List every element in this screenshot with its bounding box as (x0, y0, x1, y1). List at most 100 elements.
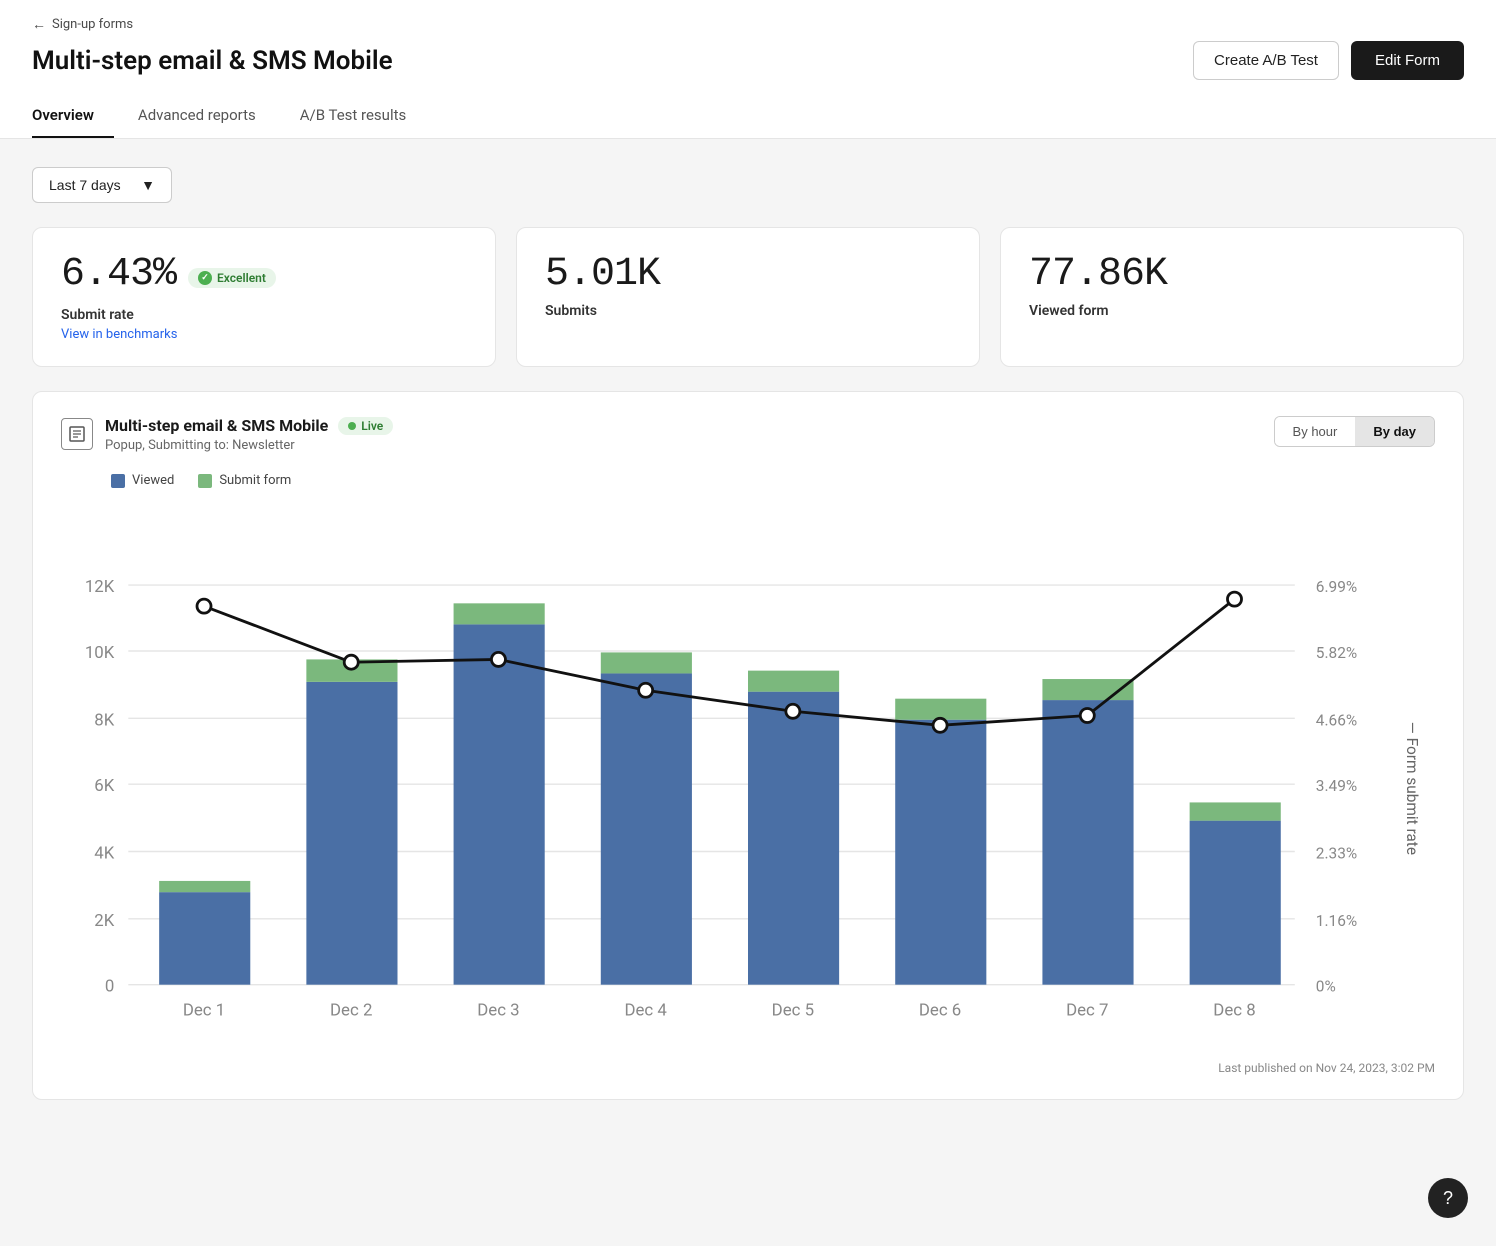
bar-dec6-submit (895, 699, 986, 720)
date-range-label: Last 7 days (49, 177, 121, 193)
submit-rate-label: Submit rate (61, 307, 467, 323)
bar-dec7-viewed (1042, 700, 1133, 985)
chart-subtitle: Popup, Submitting to: Newsletter (105, 438, 393, 453)
svg-text:3.49%: 3.49% (1316, 777, 1357, 795)
rate-dot-dec1 (197, 599, 211, 613)
bar-dec8-submit (1190, 802, 1281, 820)
view-benchmarks-link[interactable]: View in benchmarks (61, 327, 177, 342)
chart-title-text: Multi-step email & SMS Mobile Live Popup… (105, 416, 393, 453)
live-dot (348, 422, 356, 430)
viewed-form-label: Viewed form (1029, 303, 1435, 319)
svg-text:0%: 0% (1316, 978, 1336, 996)
by-hour-toggle[interactable]: By hour (1275, 417, 1356, 446)
svg-text:2K: 2K (94, 911, 114, 931)
svg-text:12K: 12K (85, 577, 115, 597)
svg-text:Dec 6: Dec 6 (919, 1001, 961, 1021)
create-ab-test-button[interactable]: Create A/B Test (1193, 41, 1339, 80)
svg-text:2.33%: 2.33% (1316, 845, 1357, 863)
chart-card: Multi-step email & SMS Mobile Live Popup… (32, 391, 1464, 1100)
back-link-label: Sign-up forms (52, 17, 133, 32)
svg-text:10K: 10K (85, 643, 115, 663)
help-button[interactable]: ? (1428, 1178, 1468, 1218)
submits-card: 5.01K Submits (516, 227, 980, 367)
bar-dec5-submit (748, 671, 839, 692)
excellent-badge: ✓ Excellent (188, 268, 276, 288)
svg-text:6K: 6K (94, 776, 114, 796)
last-published-label: Last published on Nov 24, 2023, 3:02 PM (1218, 1061, 1435, 1075)
bar-dec3-viewed (454, 624, 545, 984)
page-title: Multi-step email & SMS Mobile (32, 46, 393, 76)
back-link[interactable]: ← Sign-up forms (32, 16, 1464, 33)
viewed-form-card: 77.86K Viewed form (1000, 227, 1464, 367)
submit-rate-card: 6.43% ✓ Excellent Submit rate View in be… (32, 227, 496, 367)
rate-dot-dec5 (786, 704, 800, 718)
filter-row: Last 7 days ▼ (32, 167, 1464, 203)
svg-text:Dec 1: Dec 1 (183, 1001, 225, 1021)
svg-text:4K: 4K (94, 844, 114, 864)
svg-text:5.82%: 5.82% (1316, 644, 1357, 662)
legend-submit-form: Submit form (198, 473, 291, 488)
legend-viewed-label: Viewed (132, 473, 174, 488)
bar-dec4-submit (601, 652, 692, 673)
bar-chart: 0 2K 4K 6K 8K 10K 12K 0% 1.16% 2.33% (61, 508, 1435, 1041)
svg-text:4.66%: 4.66% (1316, 711, 1357, 729)
edit-form-button[interactable]: Edit Form (1351, 41, 1464, 80)
svg-text:6.99%: 6.99% (1316, 578, 1357, 596)
legend-submit-form-label: Submit form (219, 473, 291, 488)
chart-footer: Last published on Nov 24, 2023, 3:02 PM (61, 1061, 1435, 1075)
submits-label: Submits (545, 303, 951, 319)
rate-dot-dec2 (344, 655, 358, 669)
bar-dec1-viewed (159, 892, 250, 985)
bar-dec5-viewed (748, 692, 839, 985)
toggle-buttons: By hour By day (1274, 416, 1435, 447)
rate-dot-dec7 (1080, 708, 1094, 722)
viewed-form-value: 77.86K (1029, 252, 1435, 297)
rate-dot-dec4 (639, 683, 653, 697)
svg-text:Dec 8: Dec 8 (1213, 1001, 1255, 1021)
tab-overview[interactable]: Overview (32, 96, 114, 138)
bar-dec8-viewed (1190, 821, 1281, 985)
header-buttons: Create A/B Test Edit Form (1193, 41, 1464, 80)
bar-dec2-viewed (306, 682, 397, 985)
bar-dec6-viewed (895, 720, 986, 985)
badge-label: Excellent (217, 271, 266, 285)
bar-dec4-viewed (601, 673, 692, 984)
bar-dec3-submit (454, 603, 545, 624)
rate-dot-dec6 (933, 718, 947, 732)
svg-text:8K: 8K (94, 710, 114, 730)
svg-text:Dec 7: Dec 7 (1066, 1001, 1108, 1021)
tab-advanced-reports[interactable]: Advanced reports (138, 96, 276, 138)
chart-title-area: Multi-step email & SMS Mobile Live Popup… (61, 416, 393, 453)
live-label: Live (361, 419, 383, 433)
svg-text:1.16%: 1.16% (1316, 912, 1357, 930)
tabs: Overview Advanced reports A/B Test resul… (32, 96, 1464, 138)
check-icon: ✓ (198, 271, 212, 285)
submit-rate-value: 6.43% (61, 252, 176, 297)
back-arrow-icon: ← (32, 16, 46, 33)
live-badge: Live (338, 417, 393, 435)
svg-text:— Form submit rate: — Form submit rate (1403, 722, 1421, 855)
chart-header: Multi-step email & SMS Mobile Live Popup… (61, 416, 1435, 453)
chart-legend: Viewed Submit form (111, 473, 1435, 488)
rate-dot-dec3 (491, 652, 505, 666)
chart-area: 0 2K 4K 6K 8K 10K 12K 0% 1.16% 2.33% (61, 508, 1435, 1045)
svg-text:Dec 4: Dec 4 (624, 1001, 667, 1021)
legend-viewed-dot (111, 474, 125, 488)
svg-text:Dec 2: Dec 2 (330, 1001, 372, 1021)
legend-viewed: Viewed (111, 473, 174, 488)
svg-text:Dec 3: Dec 3 (477, 1001, 519, 1021)
by-day-toggle[interactable]: By day (1355, 417, 1434, 446)
svg-text:Dec 5: Dec 5 (772, 1001, 814, 1021)
chevron-down-icon: ▼ (141, 177, 155, 193)
metrics-row: 6.43% ✓ Excellent Submit rate View in be… (32, 227, 1464, 367)
tab-ab-test-results[interactable]: A/B Test results (300, 96, 427, 138)
chart-form-name: Multi-step email & SMS Mobile Live (105, 416, 393, 435)
submits-value: 5.01K (545, 252, 951, 297)
metric-badge-row: 6.43% ✓ Excellent (61, 252, 467, 303)
rate-dot-dec8 (1227, 592, 1241, 606)
bar-dec1-submit (159, 881, 250, 892)
form-icon (61, 418, 93, 450)
date-range-dropdown[interactable]: Last 7 days ▼ (32, 167, 172, 203)
svg-text:0: 0 (105, 977, 114, 997)
legend-submit-form-dot (198, 474, 212, 488)
